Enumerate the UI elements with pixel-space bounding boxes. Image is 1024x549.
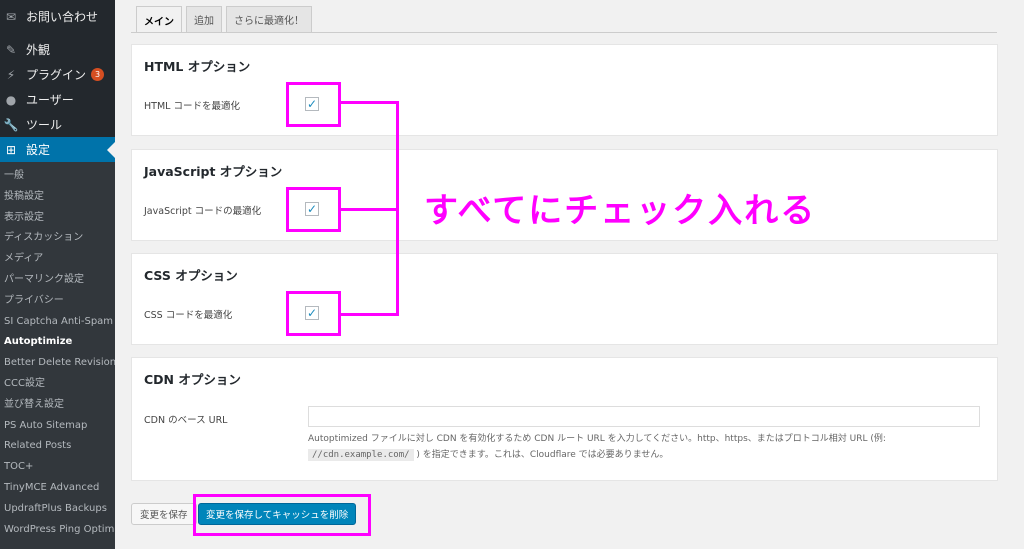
submenu-item[interactable]: Related Posts (0, 436, 115, 457)
submenu-item[interactable]: メディア (0, 249, 115, 270)
cdn-example-code: //cdn.example.com/ (308, 449, 414, 461)
annotation-line (396, 101, 399, 316)
css-optimize-label: CSS コードを最適化 (144, 310, 233, 321)
menu-plugins[interactable]: ⚡ プラグイン 3 (0, 62, 115, 87)
submenu-item[interactable]: 表示設定 (0, 208, 115, 229)
submenu-item-current[interactable]: Autoptimize (0, 332, 115, 353)
annotation-line (341, 208, 399, 211)
section-title: CSS オプション (144, 268, 238, 283)
menu-tools[interactable]: 🔧 ツール (0, 112, 115, 137)
submenu-item[interactable]: SI Captcha Anti-Spam (0, 312, 115, 333)
admin-sidebar: ✉ お問い合わせ ✎ 外観 ⚡ プラグイン 3 ● ユーザー 🔧 ツール ⊞ 設… (0, 0, 115, 549)
cdn-url-label: CDN のベース URL (144, 415, 228, 426)
highlight-save-clear-button (193, 494, 371, 536)
submenu-item[interactable]: 一般 (0, 166, 115, 187)
menu-label: ツール (26, 118, 63, 132)
html-options-panel: HTML オプション HTML コードを最適化 ✓ (131, 44, 998, 136)
submenu-item[interactable]: 並び替え設定 (0, 395, 115, 416)
menu-appearance[interactable]: ✎ 外観 (0, 37, 115, 62)
mail-icon: ✉ (5, 9, 17, 24)
annotation-line (341, 313, 399, 316)
cdn-desc-text: Autoptimized ファイルに対し CDN を有効化するため CDN ルー… (308, 434, 886, 444)
highlight-html-checkbox (286, 82, 341, 127)
cdn-url-input[interactable] (308, 406, 980, 427)
settings-submenu: 一般 投稿設定 表示設定 ディスカッション メディア パーマリンク設定 プライバ… (0, 162, 115, 549)
cdn-options-panel: CDN オプション CDN のベース URL Autoptimized ファイル… (131, 357, 998, 481)
user-icon: ● (5, 92, 17, 107)
menu-label: お問い合わせ (26, 10, 99, 24)
js-optimize-label: JavaScript コードの最適化 (144, 206, 262, 217)
annotation-line (341, 101, 399, 104)
section-title: HTML オプション (144, 59, 251, 74)
update-count-badge: 3 (91, 68, 105, 81)
css-options-panel: CSS オプション CSS コードを最適化 ✓ (131, 253, 998, 345)
tab-main[interactable]: メイン (136, 6, 182, 33)
plugin-icon: ⚡ (6, 67, 16, 82)
settings-icon: ⊞ (5, 142, 17, 157)
wrench-icon: 🔧 (3, 117, 19, 132)
tab-extra[interactable]: 追加 (186, 6, 222, 32)
cdn-description: Autoptimized ファイルに対し CDN を有効化するため CDN ルー… (308, 431, 980, 463)
submenu-item[interactable]: UpdraftPlus Backups (0, 499, 115, 520)
menu-label: 設定 (26, 143, 51, 157)
highlight-css-checkbox (286, 291, 341, 336)
section-title: CDN オプション (144, 372, 241, 387)
submenu-item[interactable]: Better Delete Revision (0, 353, 115, 374)
submenu-item[interactable]: TOC+ (0, 457, 115, 478)
annotation-text: すべてにチェック入れる (424, 191, 817, 231)
menu-contact[interactable]: ✉ お問い合わせ (0, 4, 115, 29)
cdn-desc-text: ) を指定できます。これは、Cloudflare では必要ありません。 (416, 450, 669, 460)
menu-label: 外観 (26, 43, 51, 57)
submenu-item[interactable]: TinyMCE Advanced (0, 478, 115, 499)
submenu-item[interactable]: ディスカッション (0, 228, 115, 249)
submenu-item[interactable]: パーマリンク設定 (0, 270, 115, 291)
menu-label: プラグイン (26, 68, 87, 82)
menu-settings[interactable]: ⊞ 設定 (0, 137, 115, 162)
settings-tabs: メイン 追加 さらに最適化！ (136, 6, 316, 33)
tab-optimize-more[interactable]: さらに最適化！ (226, 6, 312, 32)
submenu-item[interactable]: WordPress Ping Optimizer (0, 520, 115, 541)
menu-label: ユーザー (26, 93, 74, 107)
html-optimize-label: HTML コードを最適化 (144, 101, 240, 112)
submenu-item[interactable]: CCC設定 (0, 374, 115, 395)
tabs-divider (131, 32, 997, 33)
submenu-item[interactable]: PS Auto Sitemap (0, 416, 115, 437)
save-button[interactable]: 変更を保存 (131, 503, 197, 525)
section-title: JavaScript オプション (144, 164, 283, 179)
highlight-js-checkbox (286, 187, 341, 232)
paintbrush-icon: ✎ (5, 42, 17, 57)
menu-users[interactable]: ● ユーザー (0, 87, 115, 112)
submenu-item[interactable]: 投稿設定 (0, 187, 115, 208)
submenu-item[interactable]: プライバシー (0, 291, 115, 312)
